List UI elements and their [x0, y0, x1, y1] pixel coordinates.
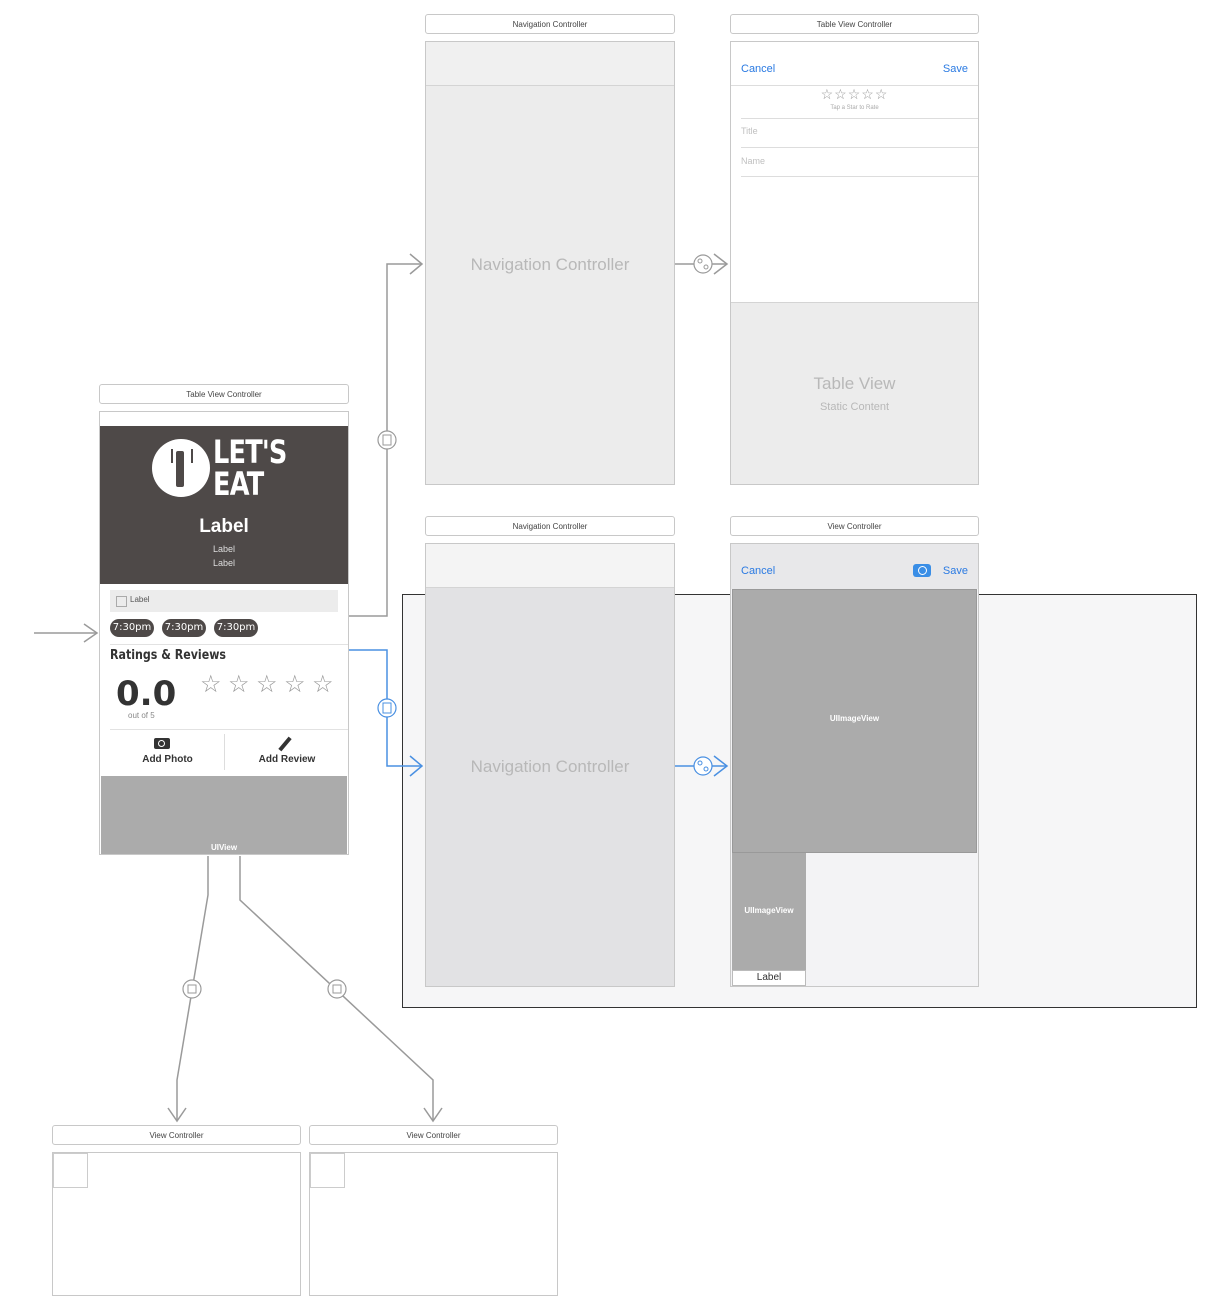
- bottom-vc2-scene[interactable]: [309, 1152, 558, 1296]
- map-row[interactable]: Label: [110, 590, 338, 612]
- vc-cancel-button[interactable]: Cancel: [741, 565, 775, 577]
- tvc-name-field[interactable]: Name: [741, 156, 765, 166]
- restaurant-name-label: Label: [199, 516, 249, 537]
- vc-small-image-view[interactable]: UIImageView: [732, 853, 806, 970]
- vc-scene[interactable]: Cancel Save UIImageView UIImageView Labe…: [730, 543, 979, 987]
- nav1-scene[interactable]: Navigation Controller: [425, 41, 675, 485]
- nav2-placeholder-label: Navigation Controller: [470, 757, 630, 776]
- add-review-label: Add Review: [258, 754, 316, 765]
- restaurant-cuisine-label: Label: [212, 544, 236, 554]
- main-scene-title[interactable]: Table View Controller: [99, 384, 349, 404]
- tvc-title-field[interactable]: Title: [741, 126, 758, 136]
- tvc-cancel-button[interactable]: Cancel: [741, 63, 775, 75]
- nav2-scene[interactable]: Navigation Controller: [425, 543, 675, 987]
- uiview-label: UIView: [210, 843, 238, 852]
- bottom-vc1-image-view: [53, 1153, 88, 1188]
- map-label: Label: [130, 595, 150, 604]
- vc-scene-title[interactable]: View Controller: [730, 516, 979, 536]
- star-icon: ☆: [312, 671, 334, 698]
- bottom-vc1-scene[interactable]: [52, 1152, 301, 1296]
- add-photo-label: Add Photo: [142, 754, 193, 765]
- rating-out-of: out of 5: [128, 711, 155, 720]
- add-photo-button[interactable]: Add Photo: [110, 734, 225, 770]
- tvc-scene-title[interactable]: Table View Controller: [730, 14, 979, 34]
- fork-icon: [152, 439, 210, 497]
- nav2-nav-bar: [426, 544, 674, 588]
- vc-large-image-view[interactable]: UIImageView: [732, 589, 977, 853]
- vc-save-button[interactable]: Save: [943, 565, 968, 577]
- camera-icon[interactable]: [913, 564, 931, 577]
- pencil-icon: [278, 736, 292, 752]
- tvc-scene[interactable]: Cancel Save ☆☆☆☆☆ Tap a Star to Rate Tit…: [730, 41, 979, 485]
- restaurant-header: LET'S EAT Label Label Label: [100, 426, 348, 584]
- tvc-save-button[interactable]: Save: [943, 63, 968, 75]
- star-icon: ☆: [200, 671, 222, 698]
- calendar-icon: [116, 596, 127, 607]
- time-pill-3[interactable]: 7:30pm: [214, 619, 258, 637]
- main-scene[interactable]: LET'S EAT Label Label Label Label 7:30pm…: [99, 411, 349, 855]
- tvc-static-content-label: Static Content: [819, 401, 890, 413]
- star-icon: ☆: [284, 671, 306, 698]
- vc-large-image-label: UIImageView: [829, 714, 880, 723]
- bottom-vc2-image-view: [310, 1153, 345, 1188]
- add-review-button[interactable]: Add Review: [225, 734, 349, 770]
- ratings-heading: Ratings & Reviews: [110, 648, 226, 663]
- rating-value: 0.0: [116, 674, 177, 714]
- nav1-nav-bar: [426, 42, 674, 86]
- bottom-vc1-title[interactable]: View Controller: [52, 1125, 301, 1145]
- tvc-static-table: Table View Static Content: [731, 302, 978, 484]
- bottom-vc2-title[interactable]: View Controller: [309, 1125, 558, 1145]
- vc-label: Label: [732, 970, 806, 986]
- nav1-placeholder-label: Navigation Controller: [470, 255, 630, 274]
- logo-text-top: LET'S: [213, 433, 287, 471]
- tvc-rating-stars[interactable]: ☆☆☆☆☆: [731, 86, 978, 103]
- restaurant-address-label: Label: [212, 558, 236, 568]
- star-icon: ☆: [256, 671, 278, 698]
- time-pill-2[interactable]: 7:30pm: [162, 619, 206, 637]
- tvc-rating-hint: Tap a Star to Rate: [830, 105, 879, 111]
- nav2-scene-title[interactable]: Navigation Controller: [425, 516, 675, 536]
- star-icon: ☆: [228, 671, 250, 698]
- uiview-container[interactable]: UIView: [101, 776, 347, 854]
- time-pill-1[interactable]: 7:30pm: [110, 619, 154, 637]
- logo-text-bottom: EAT: [213, 465, 264, 503]
- vc-small-image-label: UIImageView: [744, 906, 794, 915]
- camera-icon: [154, 738, 170, 749]
- nav1-scene-title[interactable]: Navigation Controller: [425, 14, 675, 34]
- tvc-table-view-label: Table View: [813, 374, 896, 393]
